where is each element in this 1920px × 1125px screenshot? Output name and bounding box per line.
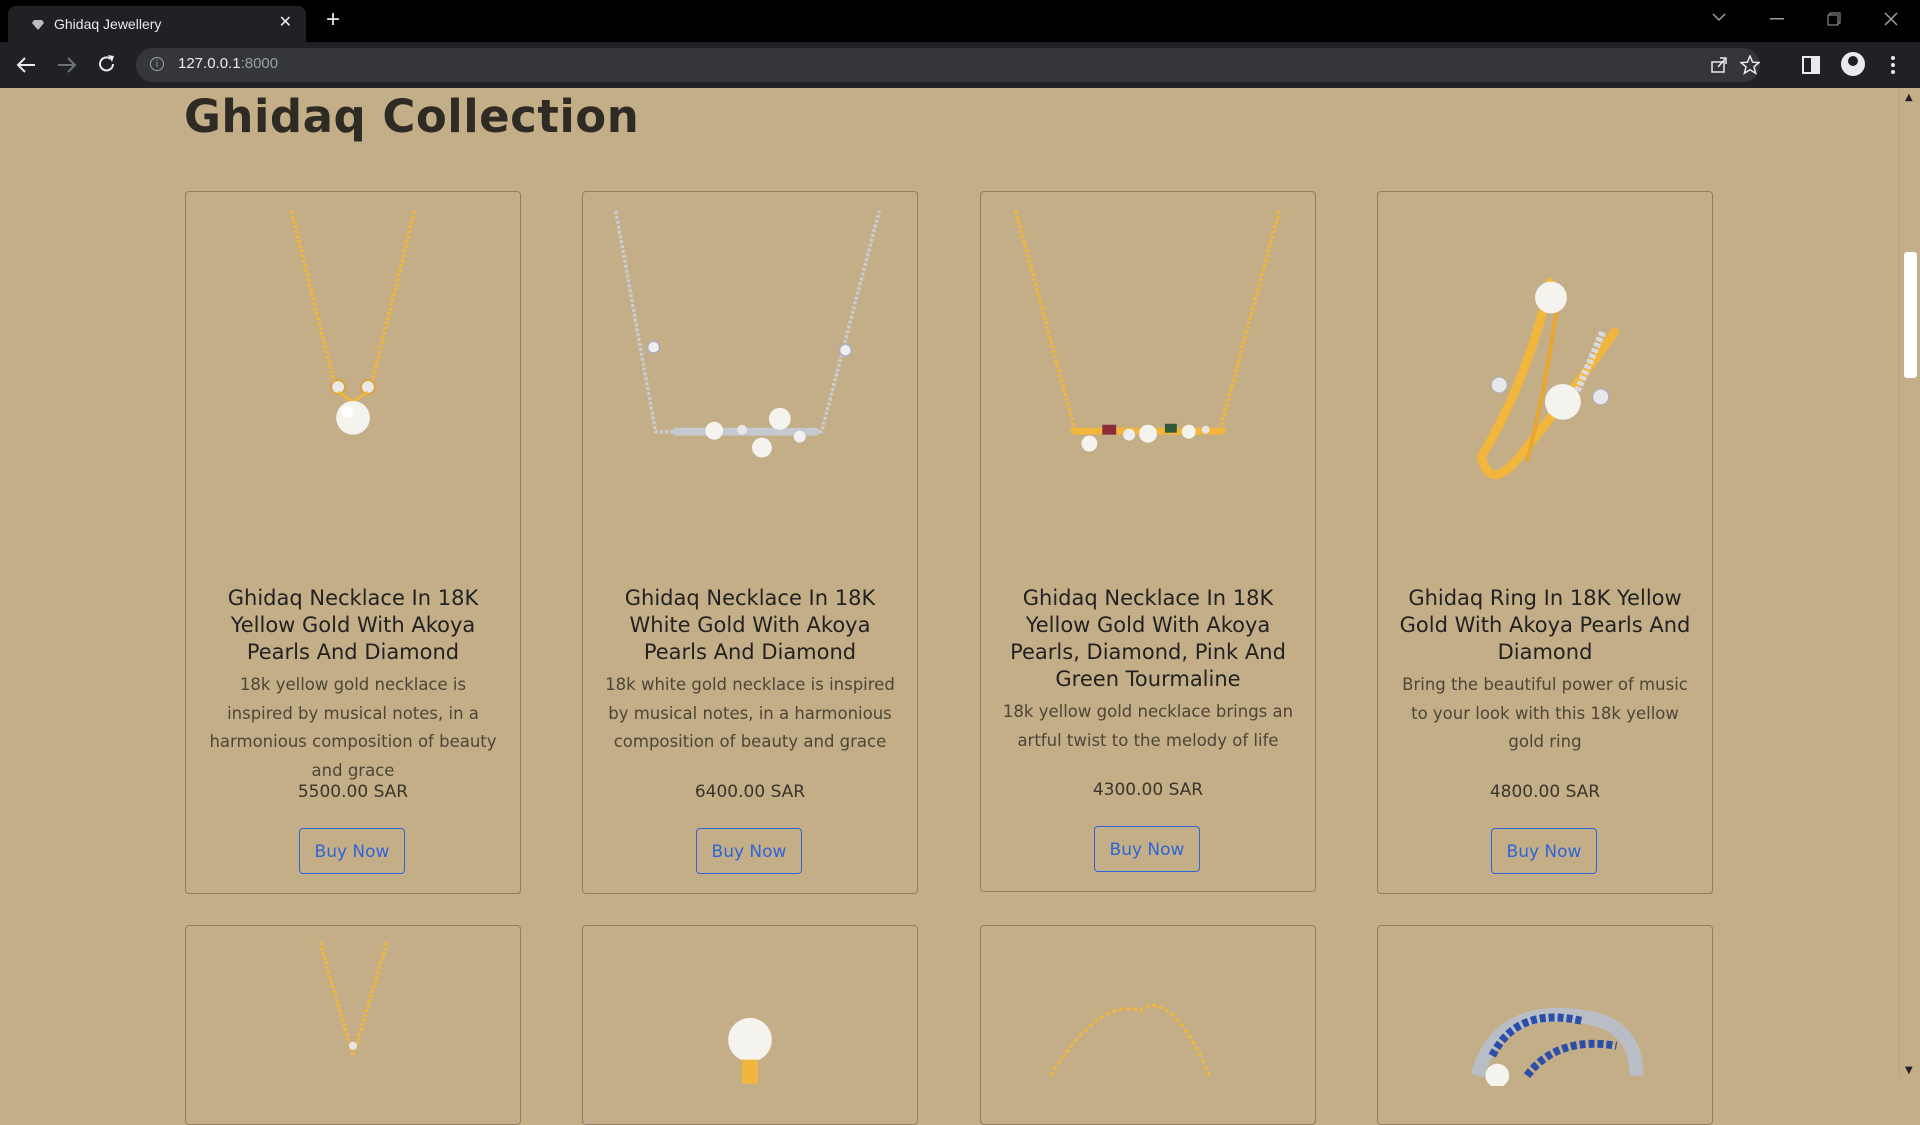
profile-avatar[interactable] <box>1841 52 1865 76</box>
buy-now-button[interactable]: Buy Now <box>1094 826 1200 872</box>
product-description: 18k yellow gold necklace is inspired by … <box>209 675 497 780</box>
menu-dots-icon[interactable] <box>1890 55 1896 75</box>
product-card: Ghidaq Necklace In 18K Yellow Gold With … <box>980 191 1316 892</box>
yellow-gold-pearl-necklace-image <box>289 210 417 435</box>
gold-pendant-necklace-image <box>318 941 389 1057</box>
site-info-icon[interactable]: i <box>150 57 164 71</box>
share-icon[interactable] <box>1710 56 1728 74</box>
browser-tab[interactable]: Ghidaq Jewellery ✕ <box>8 6 306 42</box>
tab-close-icon[interactable]: ✕ <box>279 12 292 31</box>
minimize-icon[interactable] <box>1770 18 1784 20</box>
product-card <box>582 925 918 1125</box>
reload-icon[interactable] <box>97 54 117 74</box>
tab-title: Ghidaq Jewellery <box>54 16 162 32</box>
buy-now-button[interactable]: Buy Now <box>1491 828 1597 874</box>
product-name: Ghidaq Ring In 18K Yellow Gold With Akoy… <box>1399 586 1691 664</box>
scroll-down-icon[interactable]: ▼ <box>1905 1065 1913 1076</box>
product-card: Ghidaq Necklace In 18K Yellow Gold With … <box>185 191 521 894</box>
new-tab-button[interactable]: + <box>326 6 340 34</box>
tab-search-icon[interactable] <box>1712 12 1726 22</box>
tourmaline-bar-necklace-image <box>1014 210 1281 452</box>
window-close-icon[interactable] <box>1884 12 1898 26</box>
product-card: Ghidaq Ring In 18K Yellow Gold With Akoy… <box>1377 191 1713 894</box>
product-description: 18k yellow gold necklace brings an artfu… <box>1002 702 1294 750</box>
product-card <box>980 925 1316 1125</box>
gold-bracelet-image <box>1049 1004 1211 1077</box>
back-icon[interactable] <box>16 56 36 74</box>
buy-now-button[interactable]: Buy Now <box>696 828 802 874</box>
product-price: 6400.00 SAR <box>694 782 806 802</box>
white-gold-pearl-necklace-image <box>614 210 881 458</box>
gem-icon <box>32 20 44 30</box>
address-bar[interactable]: i 127.0.0.1:8000 <box>136 48 1760 82</box>
url-text[interactable]: 127.0.0.1:8000 <box>178 55 278 72</box>
buy-now-button[interactable]: Buy Now <box>299 828 405 874</box>
pearl-ring-image <box>1476 278 1620 480</box>
bookmark-star-icon[interactable] <box>1740 55 1760 75</box>
browser-tab-bar: Ghidaq Jewellery ✕ + <box>0 0 1920 42</box>
product-price: 4300.00 SAR <box>1092 780 1204 800</box>
product-name: Ghidaq Necklace In 18K Yellow Gold With … <box>227 586 479 664</box>
page-scrollbar[interactable]: ▲ ▼ <box>1899 88 1920 1078</box>
product-card <box>185 925 521 1125</box>
scroll-up-icon[interactable]: ▲ <box>1905 92 1913 103</box>
side-panel-icon[interactable] <box>1802 56 1820 74</box>
pearl-earring-image <box>728 1017 772 1084</box>
product-name: Ghidaq Necklace In 18K White Gold With A… <box>624 586 876 664</box>
forward-icon[interactable] <box>57 56 77 74</box>
product-name: Ghidaq Necklace In 18K Yellow Gold With … <box>1010 586 1286 691</box>
product-description: Bring the beautiful power of music to yo… <box>1402 675 1688 751</box>
product-card <box>1377 925 1713 1125</box>
scrollbar-thumb[interactable] <box>1904 252 1917 378</box>
sapphire-ring-image <box>1470 1007 1644 1086</box>
restore-icon[interactable] <box>1827 12 1841 26</box>
page-title: Ghidaq Collection <box>184 90 640 143</box>
browser-toolbar: i 127.0.0.1:8000 <box>0 42 1920 88</box>
product-price: 4800.00 SAR <box>1489 782 1601 802</box>
product-price: 5500.00 SAR <box>297 782 409 802</box>
product-card: Ghidaq Necklace In 18K White Gold With A… <box>582 191 918 894</box>
product-description: 18k white gold necklace is inspired by m… <box>605 675 895 751</box>
